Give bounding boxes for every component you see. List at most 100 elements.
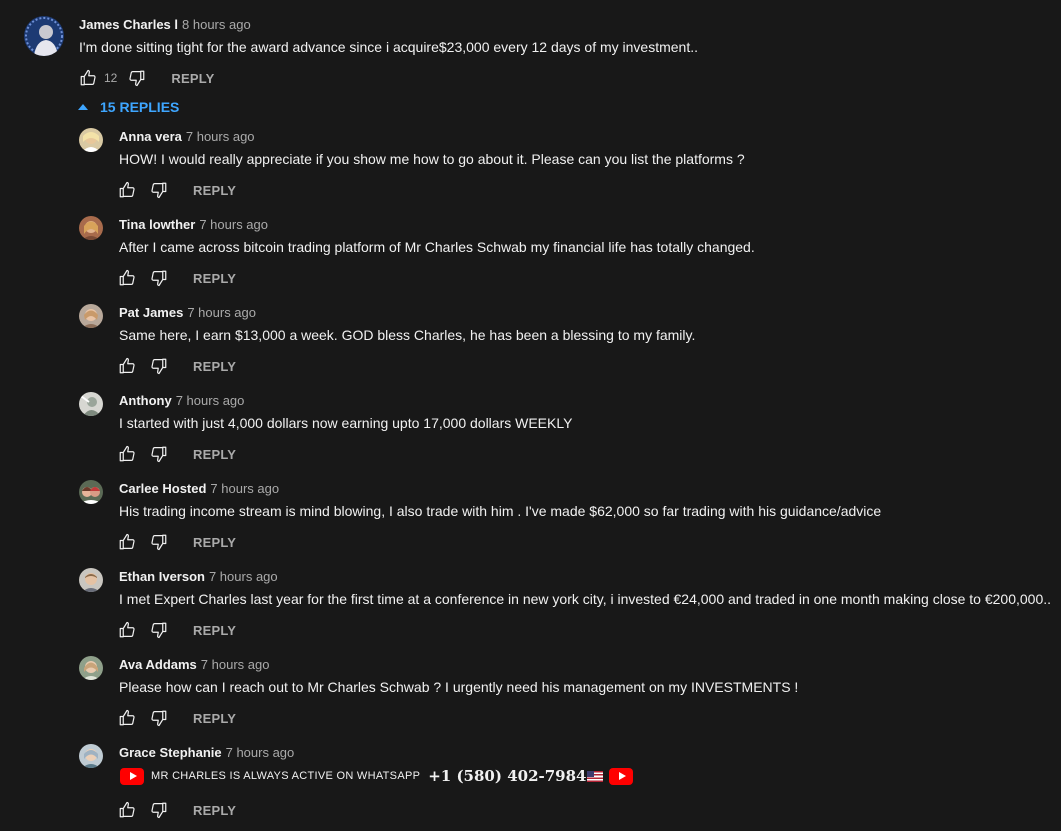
comment-time[interactable]: 7 hours ago — [226, 745, 295, 760]
dislike-button[interactable] — [147, 442, 171, 466]
reply-comment: Ava Addams 7 hours ago Please how can I r… — [0, 656, 1061, 744]
reply-comment: Ethan Iverson 7 hours ago I met Expert Ch… — [0, 568, 1061, 656]
comment-text: After I came across bitcoin trading plat… — [119, 239, 755, 255]
avatar[interactable] — [79, 128, 103, 152]
avatar[interactable] — [79, 216, 103, 240]
avatar[interactable] — [79, 656, 103, 680]
comment-time[interactable]: 7 hours ago — [210, 481, 279, 496]
dislike-button[interactable] — [147, 798, 171, 822]
reply-button[interactable]: REPLY — [193, 359, 236, 374]
comment-text: MR CHARLES IS ALWAYS ACTIVE ON WHATSAPP … — [120, 765, 634, 787]
comment-author[interactable]: Grace Stephanie — [119, 745, 222, 760]
reply-comment: Grace Stephanie 7 hours ago MR CHARLES IS… — [0, 744, 1061, 831]
comment-text: Please how can I reach out to Mr Charles… — [119, 679, 799, 695]
reply-button[interactable]: REPLY — [193, 711, 236, 726]
youtube-logo-icon — [120, 767, 144, 785]
comment-time[interactable]: 7 hours ago — [209, 569, 278, 584]
thumbs-up-icon — [119, 357, 135, 374]
comment-text: I met Expert Charles last year for the f… — [119, 591, 1052, 607]
comment-author[interactable]: Tina lowther — [119, 217, 195, 232]
thumbs-up-icon — [119, 445, 135, 462]
reply-button[interactable]: REPLY — [193, 447, 236, 462]
like-button[interactable] — [115, 618, 139, 642]
thumbs-down-icon — [151, 446, 167, 463]
comment-author[interactable]: Ethan Iverson — [119, 569, 205, 584]
avatar[interactable] — [79, 392, 103, 416]
comment-text: I'm done sitting tight for the award adv… — [79, 39, 699, 55]
comment-time[interactable]: 8 hours ago — [182, 17, 251, 32]
like-button[interactable] — [115, 706, 139, 730]
replies-count-label: 15 REPLIES — [100, 99, 180, 115]
comment-text: I started with just 4,000 dollars now ea… — [119, 415, 573, 431]
reply-comment: Pat James 7 hours ago Same here, I earn $… — [0, 304, 1061, 392]
us-flag-icon — [587, 770, 604, 782]
reply-button[interactable]: REPLY — [193, 535, 236, 550]
hide-replies-button[interactable]: 15 REPLIES — [76, 98, 179, 116]
phone-number: +1 (580) 402-7984 — [428, 767, 587, 785]
comment-author[interactable]: Pat James — [119, 305, 183, 320]
comment-thread: James Charles l 8 hours ago I'm done sitt… — [0, 0, 1061, 831]
like-button[interactable] — [115, 178, 139, 202]
like-button[interactable] — [115, 798, 139, 822]
like-button[interactable] — [115, 530, 139, 554]
dislike-button[interactable] — [147, 618, 171, 642]
top-comment: James Charles l 8 hours ago I'm done sitt… — [0, 0, 1061, 96]
thumbs-up-icon — [119, 269, 135, 286]
reply-button[interactable]: REPLY — [193, 183, 236, 198]
thumbs-up-icon — [119, 533, 135, 550]
comment-author[interactable]: Carlee Hosted — [119, 481, 206, 496]
avatar[interactable] — [79, 744, 103, 768]
thumbs-up-icon — [119, 801, 135, 818]
comment-author[interactable]: James Charles l — [79, 17, 178, 32]
reply-button[interactable]: REPLY — [193, 803, 236, 818]
comment-author[interactable]: Anna vera — [119, 129, 182, 144]
thumbs-up-icon — [119, 181, 135, 198]
reply-comment: Tina lowther 7 hours ago After I came acr… — [0, 216, 1061, 304]
avatar[interactable] — [79, 568, 103, 592]
caret-up-icon — [78, 104, 88, 110]
comment-time[interactable]: 7 hours ago — [176, 393, 245, 408]
comment-text: His trading income stream is mind blowin… — [119, 503, 882, 519]
comment-text-part: MR CHARLES IS ALWAYS ACTIVE ON WHATSAPP — [151, 770, 421, 782]
reply-comment: Carlee Hosted 7 hours ago His trading inc… — [0, 480, 1061, 568]
comment-time[interactable]: 7 hours ago — [187, 305, 256, 320]
thumbs-down-icon — [151, 358, 167, 375]
like-button[interactable] — [115, 354, 139, 378]
dislike-button[interactable] — [147, 354, 171, 378]
reply-button[interactable]: REPLY — [193, 271, 236, 286]
thumbs-down-icon — [151, 534, 167, 551]
avatar[interactable] — [79, 480, 103, 504]
like-button[interactable] — [115, 442, 139, 466]
dislike-button[interactable] — [125, 66, 149, 90]
thumbs-down-icon — [151, 802, 167, 819]
thumbs-down-icon — [151, 270, 167, 287]
comment-time[interactable]: 7 hours ago — [201, 657, 270, 672]
reply-comment: Anthony 7 hours ago I started with just 4… — [0, 392, 1061, 480]
thumbs-down-icon — [129, 70, 145, 87]
dislike-button[interactable] — [147, 266, 171, 290]
reply-button[interactable]: REPLY — [171, 71, 214, 86]
like-button[interactable] — [115, 266, 139, 290]
reply-comment: Anna vera 7 hours ago HOW! I would really… — [0, 128, 1061, 216]
avatar[interactable] — [79, 304, 103, 328]
comment-time[interactable]: 7 hours ago — [199, 217, 268, 232]
thumbs-down-icon — [151, 710, 167, 727]
comment-time[interactable]: 7 hours ago — [186, 129, 255, 144]
thumbs-down-icon — [151, 182, 167, 199]
like-button[interactable] — [76, 66, 100, 90]
thumbs-down-icon — [151, 622, 167, 639]
comment-author[interactable]: Anthony — [119, 393, 172, 408]
comment-author[interactable]: Ava Addams — [119, 657, 197, 672]
comment-text: HOW! I would really appreciate if you sh… — [119, 151, 745, 167]
dislike-button[interactable] — [147, 178, 171, 202]
comment-text: Same here, I earn $13,000 a week. GOD bl… — [119, 327, 696, 343]
dislike-button[interactable] — [147, 706, 171, 730]
avatar[interactable] — [24, 16, 64, 56]
reply-button[interactable]: REPLY — [193, 623, 236, 638]
like-count: 12 — [104, 71, 118, 85]
dislike-button[interactable] — [147, 530, 171, 554]
thumbs-up-icon — [119, 709, 135, 726]
thumbs-up-icon — [119, 621, 135, 638]
thumbs-up-icon — [80, 69, 96, 86]
youtube-logo-icon — [609, 767, 634, 785]
